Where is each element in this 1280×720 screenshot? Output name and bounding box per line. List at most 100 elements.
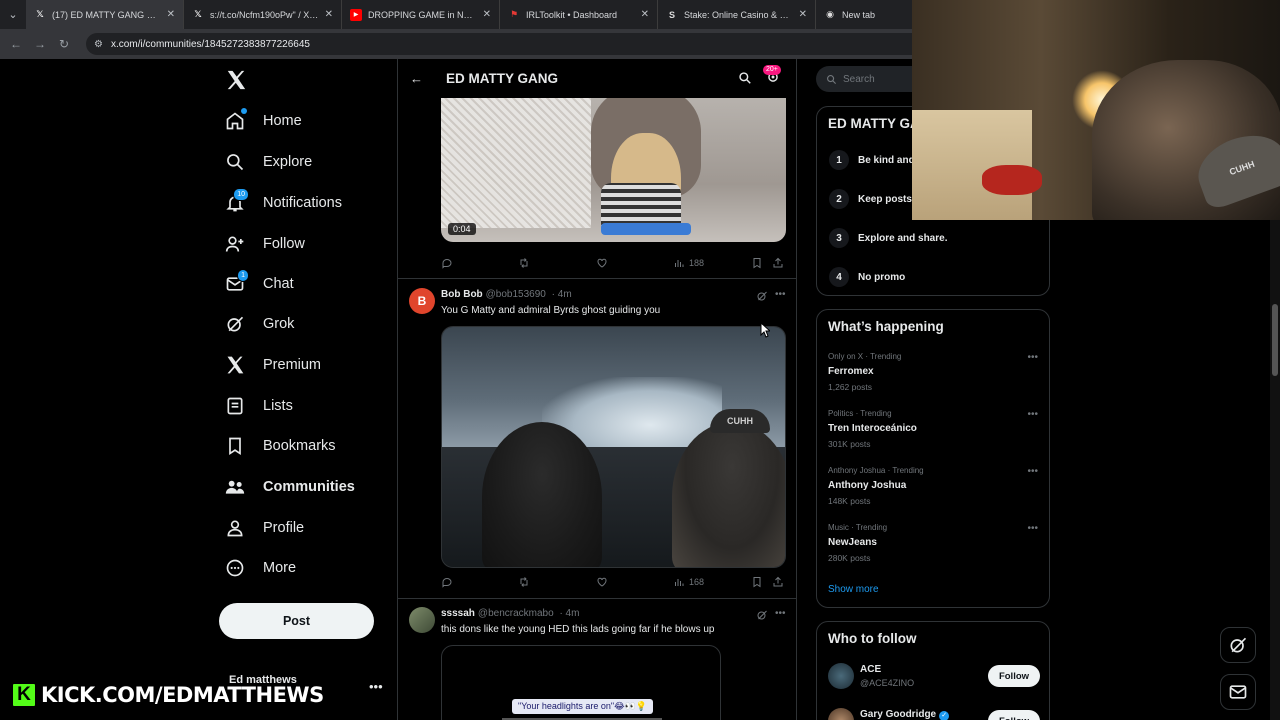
messages-floating-button[interactable]: [1220, 674, 1256, 710]
sidebar-item-premium[interactable]: Premium: [225, 350, 321, 380]
post-image[interactable]: CUHH: [441, 326, 786, 568]
follow-suggestion[interactable]: Gary Goodridge✓ Follow: [828, 708, 1040, 720]
follow-suggestion[interactable]: ACE @ACE4ZINO Follow: [828, 663, 1040, 693]
author-handle[interactable]: @bencrackmabo: [478, 608, 554, 619]
forward-arrow-icon[interactable]: →: [28, 37, 52, 51]
sidebar-item-lists[interactable]: Lists: [225, 391, 293, 421]
image-cap-text: CUHH: [710, 409, 770, 433]
sidebar-item-profile[interactable]: Profile: [225, 513, 304, 543]
post-header: ssssah @bencrackmabo · 4m: [441, 608, 579, 619]
show-more-link[interactable]: Show more: [828, 584, 879, 595]
back-arrow-icon[interactable]: ←: [410, 71, 424, 86]
more-dots-icon[interactable]: •••: [369, 679, 383, 694]
trend-item[interactable]: Anthony Joshua · Trending Anthony Joshua…: [828, 466, 1038, 506]
views-stat[interactable]: 188: [673, 257, 704, 269]
close-tab-icon[interactable]: ✕: [641, 9, 649, 20]
post-video[interactable]: "Your headlights are on"😂👀💡: [441, 645, 721, 720]
browser-tab[interactable]: S Stake: Online Casino & Sports ✕: [658, 0, 816, 29]
more-dots-icon[interactable]: •••: [1027, 523, 1038, 534]
post-header: Bob Bob @bob153690 · 4m: [441, 289, 572, 300]
rule-item[interactable]: 4 No promo: [829, 267, 905, 287]
reply-icon[interactable]: [441, 257, 453, 269]
reply-icon[interactable]: [441, 576, 453, 588]
author-name[interactable]: Bob Bob: [441, 289, 483, 300]
repost-icon[interactable]: [518, 257, 530, 269]
close-tab-icon[interactable]: ✕: [799, 9, 807, 20]
sidebar-item-communities[interactable]: Communities: [225, 472, 355, 502]
post-button[interactable]: Post: [219, 603, 374, 639]
browser-tab[interactable]: ⚑ IRLToolkit • Dashboard ✕: [500, 0, 658, 29]
close-tab-icon[interactable]: ✕: [325, 9, 333, 20]
trend-item[interactable]: Only on X · Trending Ferromex 1,262 post…: [828, 352, 1038, 392]
sidebar-item-home[interactable]: Home: [225, 106, 302, 136]
video-duration: 0:04: [448, 223, 476, 235]
more-dots-icon[interactable]: •••: [1027, 352, 1038, 363]
bookmark-icon[interactable]: [751, 576, 763, 588]
close-tab-icon[interactable]: ✕: [483, 9, 491, 20]
video-caption: "Your headlights are on"😂👀💡: [512, 699, 654, 714]
post-text: You G Matty and admiral Byrds ghost guid…: [441, 305, 661, 316]
author-name[interactable]: ssssah: [441, 608, 475, 619]
site-info-icon[interactable]: ⚙: [94, 39, 103, 50]
sidebar-item-more[interactable]: More: [225, 553, 296, 583]
browser-tab[interactable]: 𝕏 s://t.co/Ncfm190oPw" / X "(17) ✕: [184, 0, 342, 29]
browser-tab[interactable]: ▶ DROPPING GAME in Newcastle ✕: [342, 0, 500, 29]
avatar[interactable]: B: [409, 288, 435, 314]
sidebar-item-bookmarks[interactable]: Bookmarks: [225, 431, 336, 461]
back-arrow-icon[interactable]: ←: [4, 37, 28, 51]
more-dots-icon[interactable]: •••: [1027, 466, 1038, 477]
grok-floating-button[interactable]: [1220, 627, 1256, 663]
avatar[interactable]: [828, 663, 854, 689]
url-field[interactable]: ⚙ x.com/i/communities/184527238387722664…: [86, 33, 946, 55]
more-dots-icon[interactable]: •••: [1027, 409, 1038, 420]
search-icon[interactable]: [738, 71, 752, 85]
share-icon[interactable]: [772, 576, 784, 588]
trend-item[interactable]: Politics · Trending Tren Interoceánico 3…: [828, 409, 1038, 449]
whats-happening-title: What’s happening: [828, 319, 944, 334]
browser-tab[interactable]: 𝕏 (17) ED MATTY GANG Commun ✕: [26, 0, 184, 29]
grok-icon[interactable]: [756, 290, 768, 302]
avatar[interactable]: [409, 607, 435, 633]
sidebar-item-notifications[interactable]: 10 Notifications: [225, 188, 342, 218]
sidebar-item-chat[interactable]: 1 Chat: [225, 269, 294, 299]
x-logo-icon[interactable]: [225, 69, 247, 91]
post-time: · 4m: [559, 608, 580, 619]
webcam-overlay: CUHH: [912, 0, 1280, 220]
x-logo-icon: [225, 355, 245, 375]
views-icon: [675, 260, 684, 267]
close-tab-icon[interactable]: ✕: [167, 9, 175, 20]
trend-item[interactable]: Music · Trending NewJeans 280K posts •••: [828, 523, 1038, 563]
more-dots-icon[interactable]: •••: [775, 608, 786, 619]
avatar[interactable]: [828, 708, 854, 720]
post-actions: 188: [441, 257, 786, 273]
like-icon[interactable]: [596, 257, 608, 269]
more-dots-icon[interactable]: •••: [775, 289, 786, 300]
like-icon[interactable]: [596, 576, 608, 588]
community-header: ← ED MATTY GANG 20+: [398, 59, 796, 98]
bookmark-icon[interactable]: [751, 257, 763, 269]
tab-search-icon[interactable]: ⌄: [0, 0, 26, 29]
follow-button[interactable]: Follow: [988, 710, 1040, 720]
views-stat[interactable]: 168: [673, 576, 704, 588]
share-icon[interactable]: [772, 257, 784, 269]
author-handle[interactable]: @bob153690: [486, 289, 546, 300]
rule-item[interactable]: 2 Keep posts: [829, 189, 912, 209]
sidebar-item-grok[interactable]: Grok: [225, 309, 294, 339]
grok-icon: [1230, 637, 1247, 653]
page-title: ED MATTY GANG: [446, 71, 559, 86]
views-icon: [675, 579, 684, 586]
bookmark-icon: [225, 436, 245, 456]
video-thumbnail[interactable]: 0:04: [441, 98, 786, 242]
grok-icon[interactable]: [756, 609, 768, 621]
sidebar-item-explore[interactable]: Explore: [225, 147, 312, 177]
rule-item[interactable]: 1 Be kind and: [829, 150, 915, 170]
rules-title: ED MATTY GA: [828, 116, 920, 131]
scrollbar-thumb[interactable]: [1272, 304, 1278, 376]
sidebar-item-follow[interactable]: Follow: [225, 229, 305, 259]
reload-icon[interactable]: ↻: [52, 37, 76, 51]
repost-icon[interactable]: [518, 576, 530, 588]
verified-badge-icon: ✓: [939, 711, 950, 720]
cam-cap-text: CUHH: [1189, 124, 1280, 212]
follow-button[interactable]: Follow: [988, 665, 1040, 687]
rule-item[interactable]: 3 Explore and share.: [829, 228, 947, 248]
